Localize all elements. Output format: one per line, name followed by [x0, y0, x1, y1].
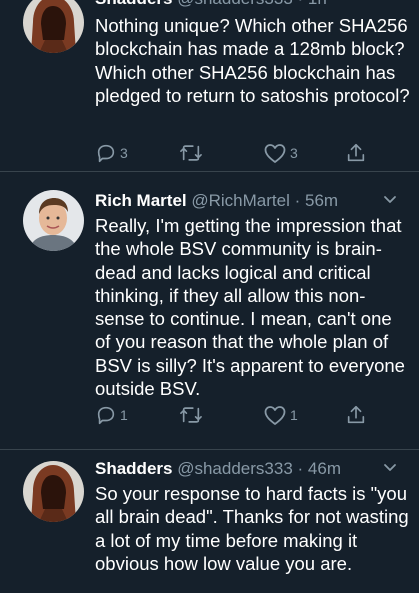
display-name[interactable]: Shadders	[95, 459, 172, 478]
display-name[interactable]: Rich Martel	[95, 191, 187, 210]
like-icon	[264, 144, 286, 163]
person-avatar	[23, 190, 84, 251]
reply-button[interactable]: 1	[95, 403, 128, 427]
timestamp[interactable]: 56m	[305, 191, 338, 210]
tweet-text: Nothing unique? Which other SHA256 block…	[95, 15, 410, 106]
chevron-down-icon	[384, 196, 396, 203]
retweet-button[interactable]	[179, 403, 206, 427]
like-button[interactable]: 1	[263, 403, 298, 427]
avatar-shadders[interactable]	[23, 461, 84, 522]
like-count: 3	[290, 145, 298, 161]
separator-dot: ·	[298, 0, 304, 8]
reply-icon	[97, 144, 115, 163]
reply-icon	[97, 406, 115, 425]
like-button[interactable]: 3	[263, 141, 298, 165]
hooded-figure-avatar	[23, 461, 84, 522]
more-menu[interactable]	[383, 458, 397, 480]
hooded-figure-avatar	[23, 0, 84, 53]
tweet-shadders-1[interactable]: Shadders @shadders333 · 1h Nothing uniqu…	[0, 0, 419, 172]
user-handle[interactable]: @shadders333	[177, 459, 293, 478]
share-icon	[347, 405, 365, 424]
tweet-text: Really, I'm getting the impression that …	[95, 215, 405, 400]
separator-dot: ·	[294, 191, 301, 210]
like-count: 1	[290, 407, 298, 423]
tweet-actions: 1 1	[95, 403, 385, 427]
separator-dot: ·	[297, 459, 304, 478]
retweet-icon	[180, 407, 202, 423]
avatar-rich-martel[interactable]	[23, 190, 84, 251]
share-button[interactable]	[345, 141, 367, 165]
reply-count: 3	[120, 145, 128, 161]
tweet-header: Shadders @shadders333 · 1h	[95, 0, 409, 10]
timestamp[interactable]: 1h	[308, 0, 327, 8]
tweet-text: So your response to hard facts is "you a…	[95, 483, 409, 574]
tweet-header: Rich Martel @RichMartel · 56m	[95, 190, 409, 212]
retweet-icon	[180, 145, 202, 161]
user-handle[interactable]: @RichMartel	[191, 191, 290, 210]
tweet-rich-martel[interactable]: Rich Martel @RichMartel · 56m Really, I'…	[0, 172, 419, 450]
tweet-shadders-2[interactable]: Shadders @shadders333 · 46m So your resp…	[0, 450, 419, 593]
more-menu[interactable]	[383, 190, 397, 212]
chevron-down-icon	[384, 464, 396, 471]
display-name[interactable]: Shadders	[95, 0, 172, 8]
avatar-shadders[interactable]	[23, 0, 84, 53]
like-icon	[264, 406, 286, 425]
retweet-button[interactable]	[179, 141, 206, 165]
share-button[interactable]	[345, 403, 367, 427]
reply-button[interactable]: 3	[95, 141, 128, 165]
tweet-actions: 3 3	[95, 141, 385, 165]
share-icon	[347, 143, 365, 162]
timestamp[interactable]: 46m	[308, 459, 341, 478]
user-handle[interactable]: @shadders333	[177, 0, 293, 8]
tweet-header: Shadders @shadders333 · 46m	[95, 458, 409, 480]
reply-count: 1	[120, 407, 128, 423]
